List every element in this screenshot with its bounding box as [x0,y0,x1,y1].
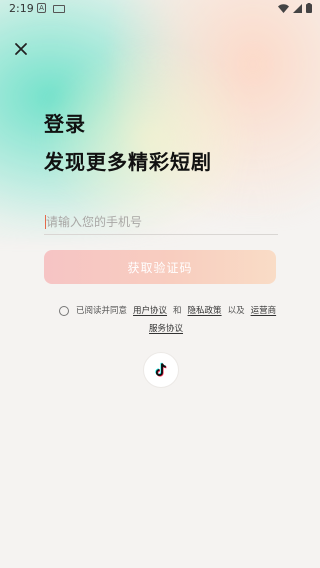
get-code-button[interactable]: 获取验证码 [44,250,276,284]
wifi-icon [278,3,289,13]
privacy-policy-link[interactable]: 隐私政策 [188,306,222,316]
tiktok-icon [155,362,167,377]
page-subtitle: 发现更多精彩短剧 [44,150,212,174]
user-agreement-link[interactable]: 用户协议 [133,306,167,316]
agreement-prefix: 已阅读并同意 [76,306,128,316]
page-title: 登录 [44,112,86,136]
agreement-and2: 以及 [227,306,245,316]
keyboard-icon [53,5,65,13]
status-time: 2:19 [9,2,34,15]
agreement-text-line2: 服务协议 [149,322,183,334]
service-agreement-link[interactable]: 服务协议 [149,324,183,334]
agreement-checkbox[interactable] [59,306,69,316]
operator-link[interactable]: 运营商 [251,306,277,316]
agreement-text: 已阅读并同意 用户协议和隐私政策 以及 运营商 [76,304,276,316]
background-gradient [0,0,320,568]
status-right-icons [278,3,312,13]
status-bar: 2:19 A [0,0,320,18]
signal-icon [293,3,302,13]
a-badge-icon: A [37,3,46,13]
close-icon [15,43,27,55]
battery-icon [306,3,312,13]
tiktok-login-button[interactable] [143,352,179,388]
agreement-and: 和 [173,306,182,316]
close-button[interactable] [12,40,30,58]
text-caret [45,215,46,229]
phone-input[interactable] [44,210,278,235]
